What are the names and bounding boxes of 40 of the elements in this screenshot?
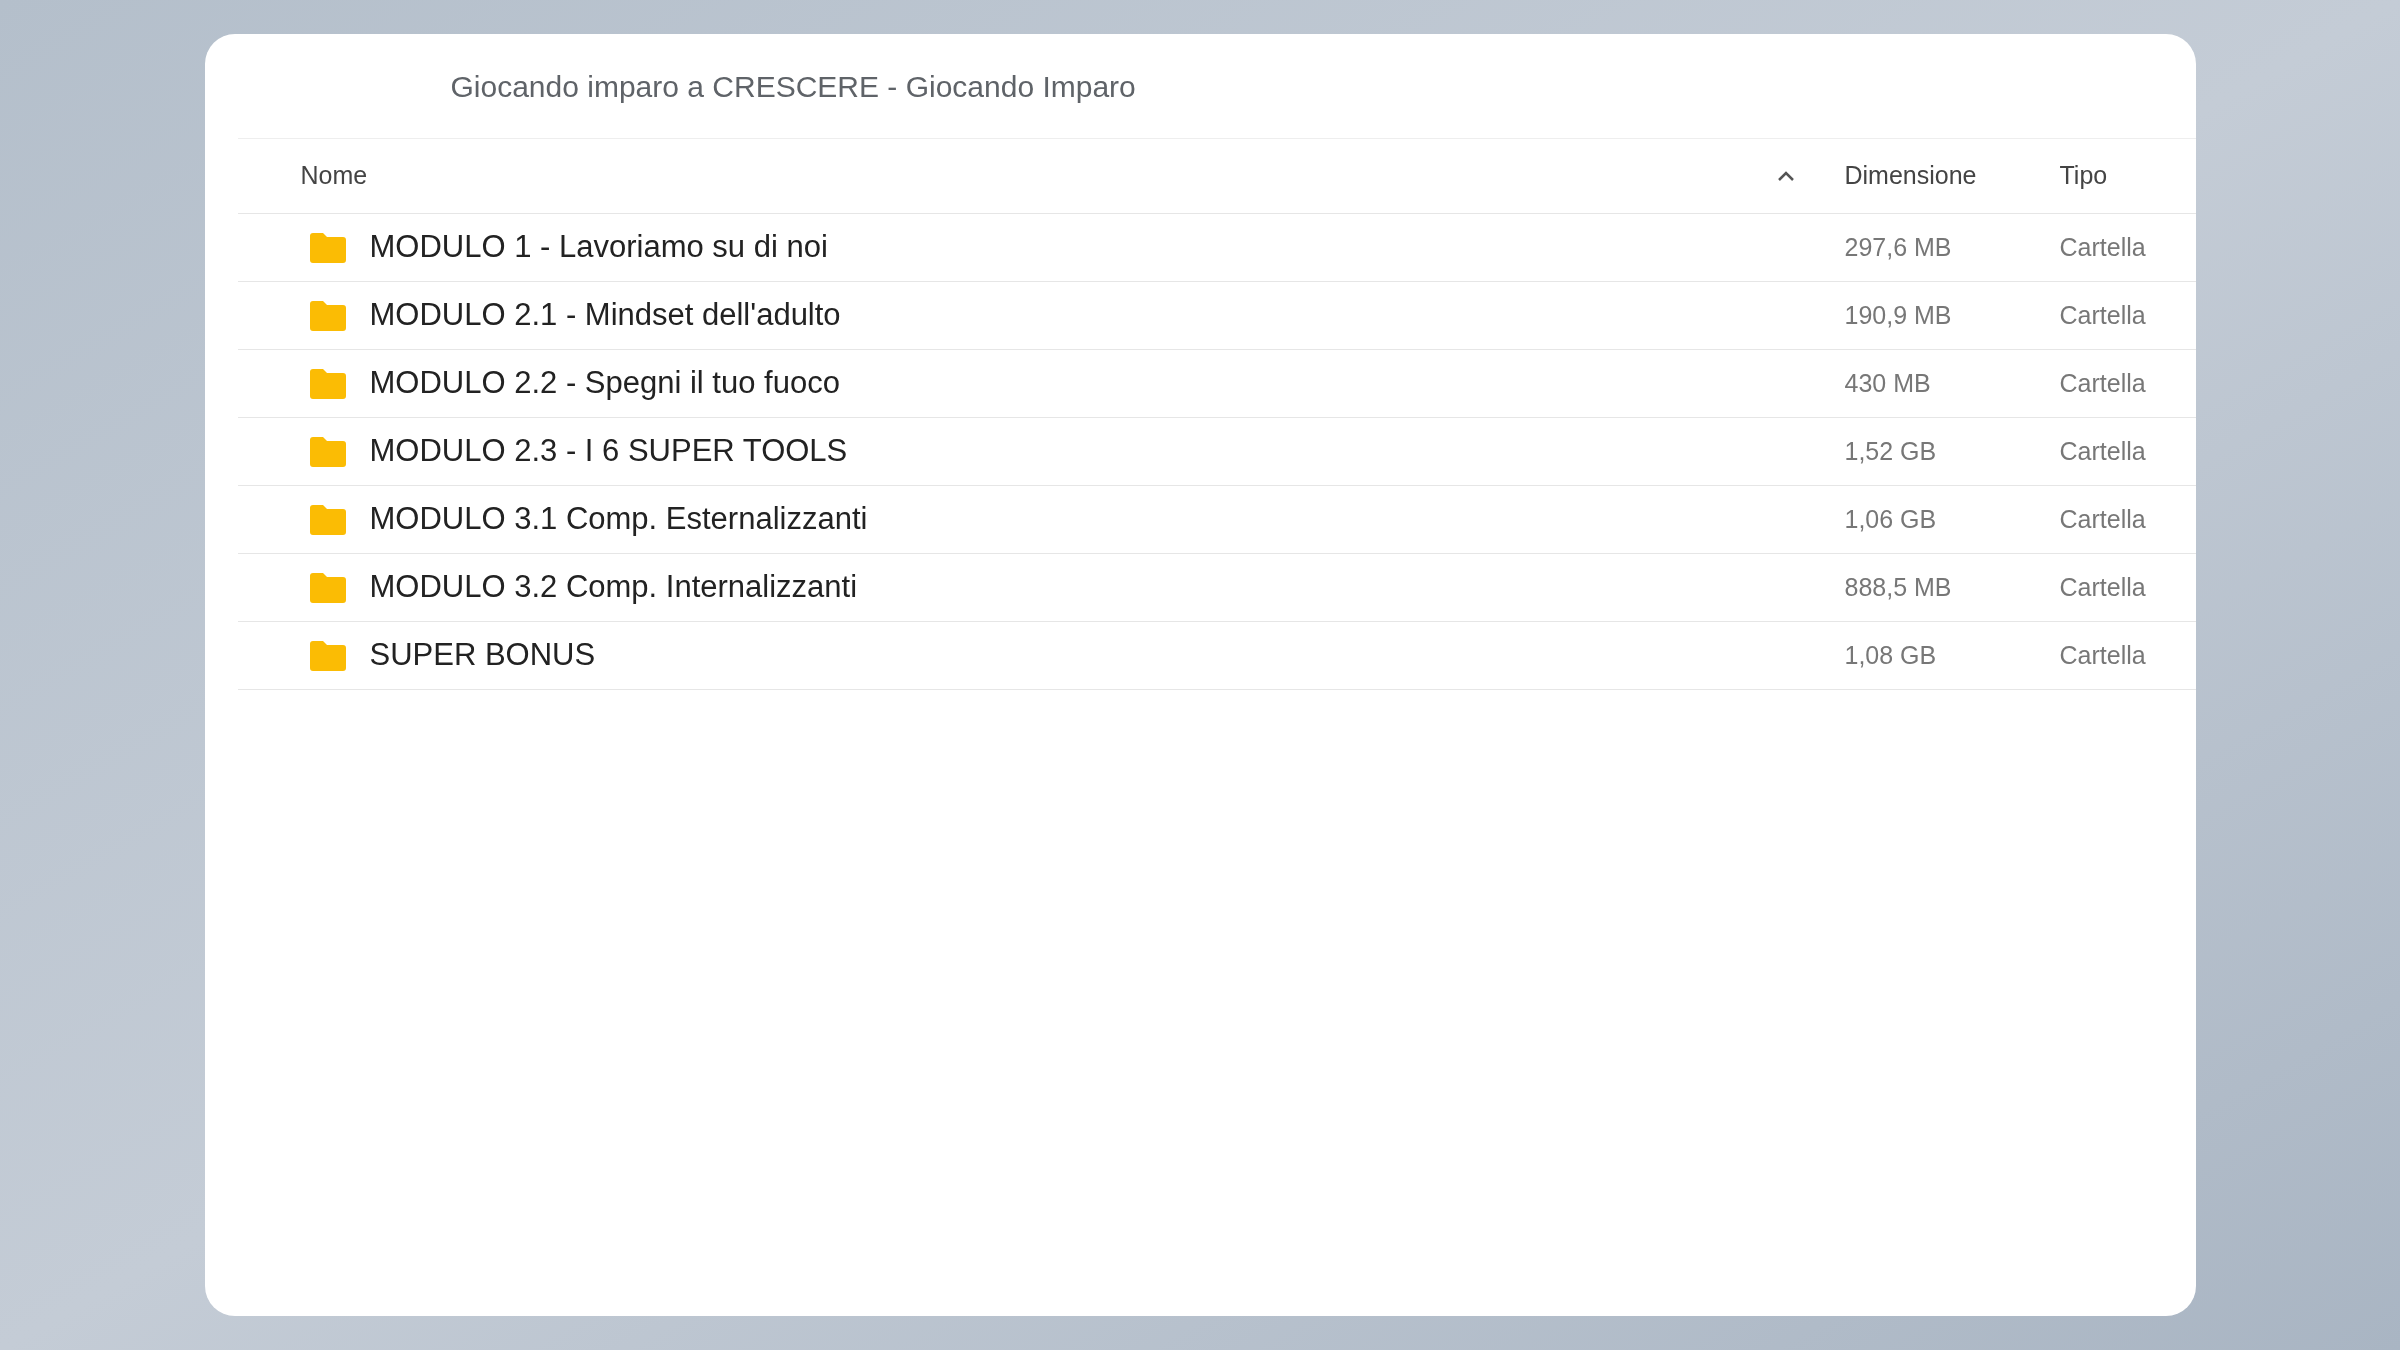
folder-type: Cartella — [2059, 299, 2147, 331]
folder-name: MODULO 2.2 - Spegni il tuo fuoco — [369, 364, 840, 403]
folder-icon — [307, 571, 348, 604]
folder-row[interactable]: MODULO 1 - Lavoriamo su di noi 297,6 MB Cartella — [237, 214, 2196, 282]
folder-row[interactable]: MODULO 3.2 Comp. Internalizzanti 888,5 MB Cartella — [237, 554, 2196, 622]
folder-type: Cartella — [2059, 503, 2147, 535]
folder-icon — [307, 231, 348, 264]
folder-name: MODULO 2.1 - Mindset dell'adulto — [369, 296, 841, 335]
column-header[interactable]: Dimensione — [1844, 157, 1977, 195]
folder-row[interactable]: MODULO 3.1 Comp. Esternalizzanti 1,06 GB Cartella — [237, 486, 2196, 554]
sort-caret-icon — [1776, 170, 1795, 182]
folder-name: MODULO 3.2 Comp. Internalizzanti — [369, 568, 858, 607]
column-header[interactable]: Tipo — [2059, 157, 2108, 195]
folder-type: Cartella — [2059, 435, 2147, 467]
folder-icon — [307, 299, 348, 332]
folder-type: Cartella — [2059, 639, 2147, 671]
folder-name: MODULO 1 - Lavoriamo su di noi — [369, 228, 828, 267]
folder-name: MODULO 2.3 - I 6 SUPER TOOLS — [369, 432, 848, 471]
folder-icon — [307, 367, 348, 400]
folder-size: 430 MB — [1844, 367, 1932, 399]
column-header[interactable]: Nome — [300, 157, 1829, 195]
window-title: Giocando imparo a CRESCERE - Giocando Imparo — [450, 68, 1136, 105]
folder-size: 190,9 MB — [1844, 299, 1953, 331]
folder-size: 888,5 MB — [1844, 571, 1953, 603]
folder-type: Cartella — [2059, 571, 2147, 603]
folder-name: MODULO 3.1 Comp. Esternalizzanti — [369, 500, 868, 539]
folder-size: 297,6 MB — [1844, 231, 1953, 263]
folder-row[interactable]: SUPER BONUS 1,08 GB Cartella — [237, 622, 2196, 690]
folder-icon — [307, 503, 348, 536]
folder-icon — [307, 435, 348, 468]
folder-type: Cartella — [2059, 231, 2147, 263]
folder-size: 1,08 GB — [1844, 639, 1938, 671]
folder-row[interactable]: MODULO 2.1 - Mindset dell'adulto 190,9 MB Cartella — [237, 282, 2196, 350]
folder-icon — [307, 639, 348, 672]
folder-name: SUPER BONUS — [369, 636, 596, 675]
folder-type: Cartella — [2059, 367, 2147, 399]
folder-row[interactable]: MODULO 2.2 - Spegni il tuo fuoco 430 MB Cartella — [237, 350, 2196, 418]
folder-size: 1,52 GB — [1844, 435, 1938, 467]
folder-row[interactable]: MODULO 2.3 - I 6 SUPER TOOLS 1,52 GB Cartella — [237, 418, 2196, 486]
folder-size: 1,06 GB — [1844, 503, 1938, 535]
